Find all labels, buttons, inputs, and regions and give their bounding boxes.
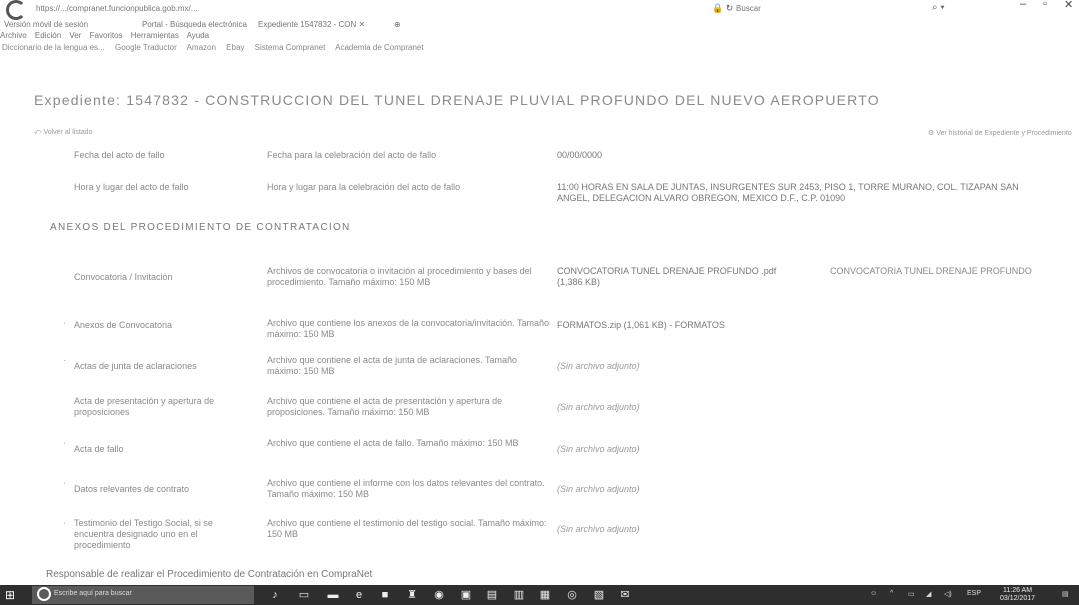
cortana-icon: [37, 587, 51, 601]
app-icon[interactable]: ▣: [459, 588, 473, 602]
internet-explorer-icon[interactable]: [6, 0, 26, 20]
row-desc: Archivo que contiene el informe con los …: [267, 478, 545, 499]
attachment-value: (Sin archivo adjunto): [557, 524, 640, 534]
attachment-value: (Sin archivo adjunto): [557, 484, 640, 494]
row-desc: Archivo que contiene el acta de fallo. T…: [267, 438, 519, 448]
row-label: Hora y lugar del acto de fallo: [74, 182, 189, 192]
row-value: 11:00 HORAS EN SALA DE JUNTAS, INSURGENT…: [557, 182, 1019, 203]
app-icon[interactable]: ♜: [405, 588, 419, 602]
favorite-item[interactable]: Academia de Compranet: [335, 43, 424, 52]
bullet: ·: [63, 478, 66, 488]
row-desc: Hora y lugar para la celebración del act…: [267, 182, 461, 192]
app-icon[interactable]: ▦: [538, 588, 552, 602]
row-desc: Archivos de convocatoria o invitación al…: [267, 266, 532, 287]
taskbar: ⊞ Escribe aquí para buscar ♪ ▭ ▬ e ■ ♜ ◉…: [0, 585, 1079, 605]
attachment-value: (Sin archivo adjunto): [557, 444, 640, 454]
attachment-link[interactable]: CONVOCATORIA TUNEL DRENAJE PROFUNDO .pdf…: [557, 266, 797, 288]
favorite-item[interactable]: Sistema Compranet: [255, 43, 326, 52]
app-icon[interactable]: ▧: [592, 588, 606, 602]
row-label: Testimonio del Testigo Social, si se enc…: [74, 518, 213, 550]
favorite-item[interactable]: Diccionario de la lengua es...: [2, 43, 105, 52]
lock-icon[interactable]: 🔒 ↻: [712, 3, 733, 14]
menu-tools[interactable]: Herramientas: [131, 31, 179, 40]
app-icon[interactable]: ▥: [512, 588, 526, 602]
page-title: Expediente: 1547832 - CONSTRUCCION DEL T…: [34, 92, 880, 108]
back-link[interactable]: ⤺ Volver al listado: [34, 129, 92, 137]
row-desc: Archivo que contiene el acta de presenta…: [267, 396, 503, 417]
row-label: Actas de junta de aclaraciones: [74, 361, 197, 371]
menu-view[interactable]: Ver: [69, 31, 81, 40]
row-label: Datos relevantes de contrato: [74, 484, 190, 494]
people-icon[interactable]: ☺: [870, 590, 877, 597]
bullet: ·: [63, 518, 66, 528]
app-icon[interactable]: ▤: [485, 588, 499, 602]
row-desc: Fecha para la celebración del acto de fa…: [267, 150, 437, 160]
mail-icon[interactable]: ✉: [618, 588, 632, 602]
volume-icon[interactable]: ◁): [944, 590, 952, 598]
bullet: ·: [63, 318, 66, 328]
favorite-item[interactable]: Google Traductor: [115, 43, 177, 52]
chrome-icon[interactable]: ◉: [432, 588, 446, 602]
maximize-icon[interactable]: ▫: [1043, 0, 1047, 10]
bullet: ·: [63, 438, 66, 448]
menu-edit[interactable]: Edición: [35, 31, 61, 40]
attachment-description: CONVOCATORIA TUNEL DRENAJE PROFUNDO: [830, 266, 1032, 276]
row-desc: Archivo que contiene los anexos de la co…: [267, 318, 550, 339]
bullet: ·: [63, 355, 66, 365]
row-label: Anexos de Convocatoria: [74, 320, 173, 330]
favorite-item[interactable]: Amazon: [187, 43, 216, 52]
taskbar-search-input[interactable]: Escribe aquí para buscar: [32, 586, 254, 604]
battery-icon[interactable]: ▭: [908, 590, 915, 598]
notifications-icon[interactable]: ▤: [1062, 590, 1069, 598]
attachment-link[interactable]: FORMATOS.zip (1,061 KB) - FORMATOS: [557, 320, 817, 331]
close-icon[interactable]: ✕: [1064, 0, 1073, 11]
tab-1[interactable]: Versión móvil de sesión: [4, 20, 88, 29]
row-label: Fecha del acto de fallo: [74, 150, 165, 160]
task-view-icon[interactable]: ▭: [297, 588, 311, 602]
row-value: 00/00/0000: [557, 150, 603, 160]
minimize-icon[interactable]: –: [1020, 0, 1026, 10]
network-icon[interactable]: ◢: [926, 590, 931, 598]
menu-help[interactable]: Ayuda: [187, 31, 210, 40]
app-icon[interactable]: ◎: [565, 588, 579, 602]
tab-2[interactable]: Portal - Búsqueda electrónica: [142, 20, 247, 29]
browser-search-input[interactable]: Buscar: [736, 4, 761, 13]
row-label: Acta de presentación y apertura de propo…: [74, 396, 215, 417]
section-title: ANEXOS DEL PROCEDIMIENTO DE CONTRATACION: [50, 222, 351, 233]
chevron-up-icon[interactable]: ^: [890, 590, 893, 597]
attachment-value: (Sin archivo adjunto): [557, 361, 640, 371]
responsible-heading: Responsable de realizar el Procedimiento…: [46, 569, 373, 580]
language-indicator[interactable]: ESP: [967, 590, 981, 597]
attachment-value: (Sin archivo adjunto): [557, 402, 640, 412]
address-bar[interactable]: https://.../compranet.funcionpublica.gob…: [36, 4, 197, 13]
search-icon[interactable]: ⌕ ▾: [932, 2, 945, 13]
file-explorer-icon[interactable]: ▬: [326, 588, 340, 602]
menu-bar: Archivo Edición Ver Favoritos Herramient…: [0, 31, 215, 40]
row-desc: Archivo que contiene el acta de junta de…: [267, 355, 517, 376]
favorites-bar: Diccionario de la lengua es... Google Tr…: [2, 43, 432, 52]
row-label: Convocatoria / Invitación: [74, 272, 173, 282]
row-desc: Archivo que contiene el testimonio del t…: [267, 518, 547, 539]
edge-icon[interactable]: e: [352, 588, 366, 602]
new-tab-icon[interactable]: ⊕: [394, 20, 401, 29]
microphone-icon[interactable]: ♪: [268, 588, 282, 602]
store-icon[interactable]: ■: [378, 588, 392, 602]
row-label: Acta de fallo: [74, 444, 124, 454]
menu-file[interactable]: Archivo: [0, 31, 27, 40]
history-link[interactable]: ⚙ Ver historial de Expediente y Procedim…: [928, 129, 1072, 137]
clock[interactable]: 11:26 AM 03/12/2017: [1000, 587, 1035, 603]
favorite-item[interactable]: Ebay: [226, 43, 244, 52]
menu-favorites[interactable]: Favoritos: [90, 31, 123, 40]
browser-chrome: https://.../compranet.funcionpublica.gob…: [0, 0, 1079, 90]
windows-start-icon[interactable]: ⊞: [3, 588, 17, 602]
tab-3[interactable]: Expediente 1547832 - CON ✕: [258, 20, 365, 29]
